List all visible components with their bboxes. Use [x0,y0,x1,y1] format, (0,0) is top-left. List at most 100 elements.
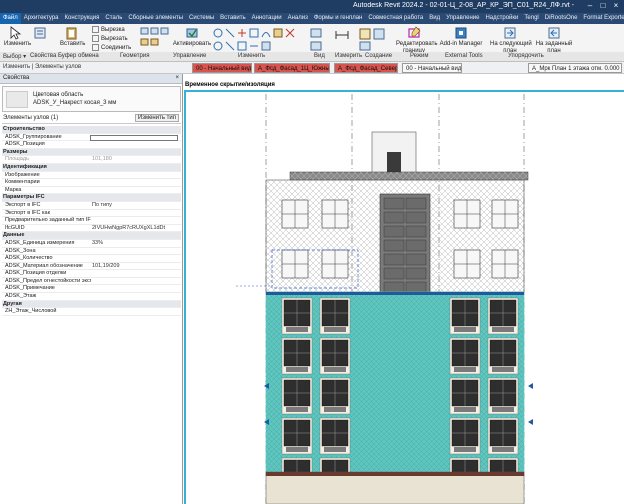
property-group[interactable]: Строительство [2,126,181,134]
property-group[interactable]: Другая [2,300,181,309]
property-group-label: Строительство [3,126,45,132]
close-properties-icon[interactable]: × [175,75,179,81]
view-tab[interactable]: А_Фсд_Фасад_1Ц_Южный [254,63,330,73]
next-plan-button[interactable]: На следующий план [490,26,532,55]
ribbon-tab[interactable]: Tengl [521,13,541,24]
properties-table: Строительство ADSK_Группирование ADSK_Пози… [2,126,181,316]
ribbon-panel-label[interactable]: External Tools [445,53,483,59]
ribbon-tab[interactable]: Системы [186,13,217,24]
join-button[interactable]: Соединить [92,44,131,51]
core-panel [383,281,405,294]
property-group[interactable]: Идентификация [2,163,181,172]
modify-button[interactable]: Изменить [4,26,31,47]
view-tab[interactable]: 00 - Начальный вид [402,63,462,73]
core-panel [405,253,427,266]
core-panel [405,197,427,210]
property-row: Изображение [2,172,181,180]
ribbon-panel-label[interactable]: Вид [314,53,325,59]
ribbon-panel-label[interactable]: Выбор ▾ [3,53,26,60]
core-panel [405,225,427,238]
facade-drawing[interactable] [184,74,624,504]
clip-cut-button[interactable]: Вырезка [92,26,125,33]
ribbon-tab[interactable]: Сборные элементы [125,13,186,24]
property-name: Комментарии [5,179,40,186]
ribbon-panel-label[interactable]: Геометрия [120,53,149,59]
ribbon-tab[interactable]: Аннотации [249,13,285,24]
close-icon[interactable]: × [610,1,622,11]
ribbon-tab[interactable]: Сталь [102,13,125,24]
drawing-canvas[interactable]: Временное скрытие/изоляция [184,74,624,504]
view-measure-create-icons[interactable] [308,27,398,53]
ribbon-tab[interactable]: Надстройки [482,13,521,24]
ribbon-tab[interactable]: Анализ [285,13,311,24]
specified-plan-button[interactable]: На заданный план [534,26,574,55]
context-text: Изменить | Элементы узлов [3,64,82,70]
core-panel [383,211,405,224]
ribbon-panel-label[interactable]: Изменить [238,53,265,59]
cut-button[interactable]: Вырезать [92,35,128,42]
ribbon-panel-label[interactable]: Создание [365,53,392,59]
view-tab[interactable]: 00 - Начальный вид [192,63,252,73]
ribbon-tab[interactable]: Совместная работа [365,13,426,24]
ribbon-tab[interactable]: Формы и генплан [311,13,365,24]
join-label: Соединить [101,44,132,51]
ribbon-tab[interactable]: Конструкция [62,13,103,24]
property-value[interactable]: 33% [92,240,180,248]
activate-button[interactable]: Активировать [172,26,212,47]
property-name: ADSK_Зона [5,247,36,254]
addin-manager-label: Add-in Manager [439,41,483,47]
type-selector[interactable]: Цветовая область ADSK_У_Накрест косая_3 … [2,86,181,112]
selection-filter-row: Элементы узлов (1) Изменить тип [2,114,181,124]
ribbon-panel-label[interactable]: Свойства [30,53,56,59]
paste-button[interactable]: Вставить [60,26,85,47]
ribbon-tab[interactable]: Архитектура [21,13,62,24]
property-row: ADSK_Количество [2,255,181,263]
geometry-tools-icon[interactable] [140,27,170,51]
property-value[interactable]: По типу [92,202,180,210]
view-tab[interactable]: А_Мрк План 1 этажа отм. 0.000 [528,63,622,73]
ribbon-tab[interactable]: Format Exporter [580,13,624,24]
ribbon-panel-label[interactable]: Буфер обмена [58,53,99,59]
ribbon-panel-labels: Выбор ▾ Свойства Буфер обмена Геометрия Упра… [0,52,624,62]
cut-label: Вырезать [101,35,128,42]
maximize-icon[interactable]: □ [597,1,609,11]
ribbon-tab[interactable]: Вставить [217,13,248,24]
modify-label: Изменить [4,41,32,47]
properties-button[interactable] [32,26,48,41]
window-spandrel [492,407,514,412]
core-panel [383,197,405,210]
selection-dropdown[interactable]: Элементы узлов (1) [3,115,58,121]
modify-tools-icon[interactable] [212,27,304,53]
property-group[interactable]: Размеры [2,148,181,157]
ribbon-tab[interactable]: Файл [0,13,21,24]
ribbon-panel-label[interactable]: Упорядочить [508,53,544,59]
specified-plan-label-1: На заданный [535,41,573,47]
property-name: ZH_Этаж_Числовой [5,308,57,315]
ground-band [265,471,525,504]
property-group[interactable]: Данные [2,232,181,240]
cursor-icon [10,26,22,40]
core-panel [405,211,427,224]
addin-manager-icon [455,27,467,39]
edit-type-button[interactable]: Изменить тип [134,114,179,122]
property-name: ADSK_Группирование [5,133,62,140]
property-value-input[interactable] [90,134,178,141]
window-spandrel [324,367,346,372]
window-spandrel [324,407,346,412]
ribbon-panel-label[interactable]: Управление [173,53,206,59]
addin-manager-button[interactable]: Add-in Manager [438,26,484,47]
minimize-icon[interactable]: – [584,1,596,11]
property-group[interactable]: Параметры IFC [2,194,181,202]
property-value[interactable]: 101,180 [92,156,180,164]
window-title: Autodesk Revit 2024.2 - 02-01-Ц_2-08_АР_… [353,2,574,9]
edit-boundary-button[interactable]: Редактировать границу [396,26,437,55]
ribbon-panel-label[interactable]: Режим [410,53,429,59]
ribbon-panel-label[interactable]: Измерить [335,53,362,59]
property-value[interactable]: 101,19/209 [92,263,180,271]
view-tab[interactable]: А_Фсд_Фасад_Северн [334,63,398,73]
property-value[interactable]: 2IVUHwNgpR7cRUXgXL1dDt [92,225,180,233]
ribbon-tab[interactable]: DiRootsOne [542,13,581,24]
ribbon-tab[interactable]: Вид [426,13,443,24]
ribbon-tab[interactable]: Управление [443,13,482,24]
window-spandrel [454,407,476,412]
